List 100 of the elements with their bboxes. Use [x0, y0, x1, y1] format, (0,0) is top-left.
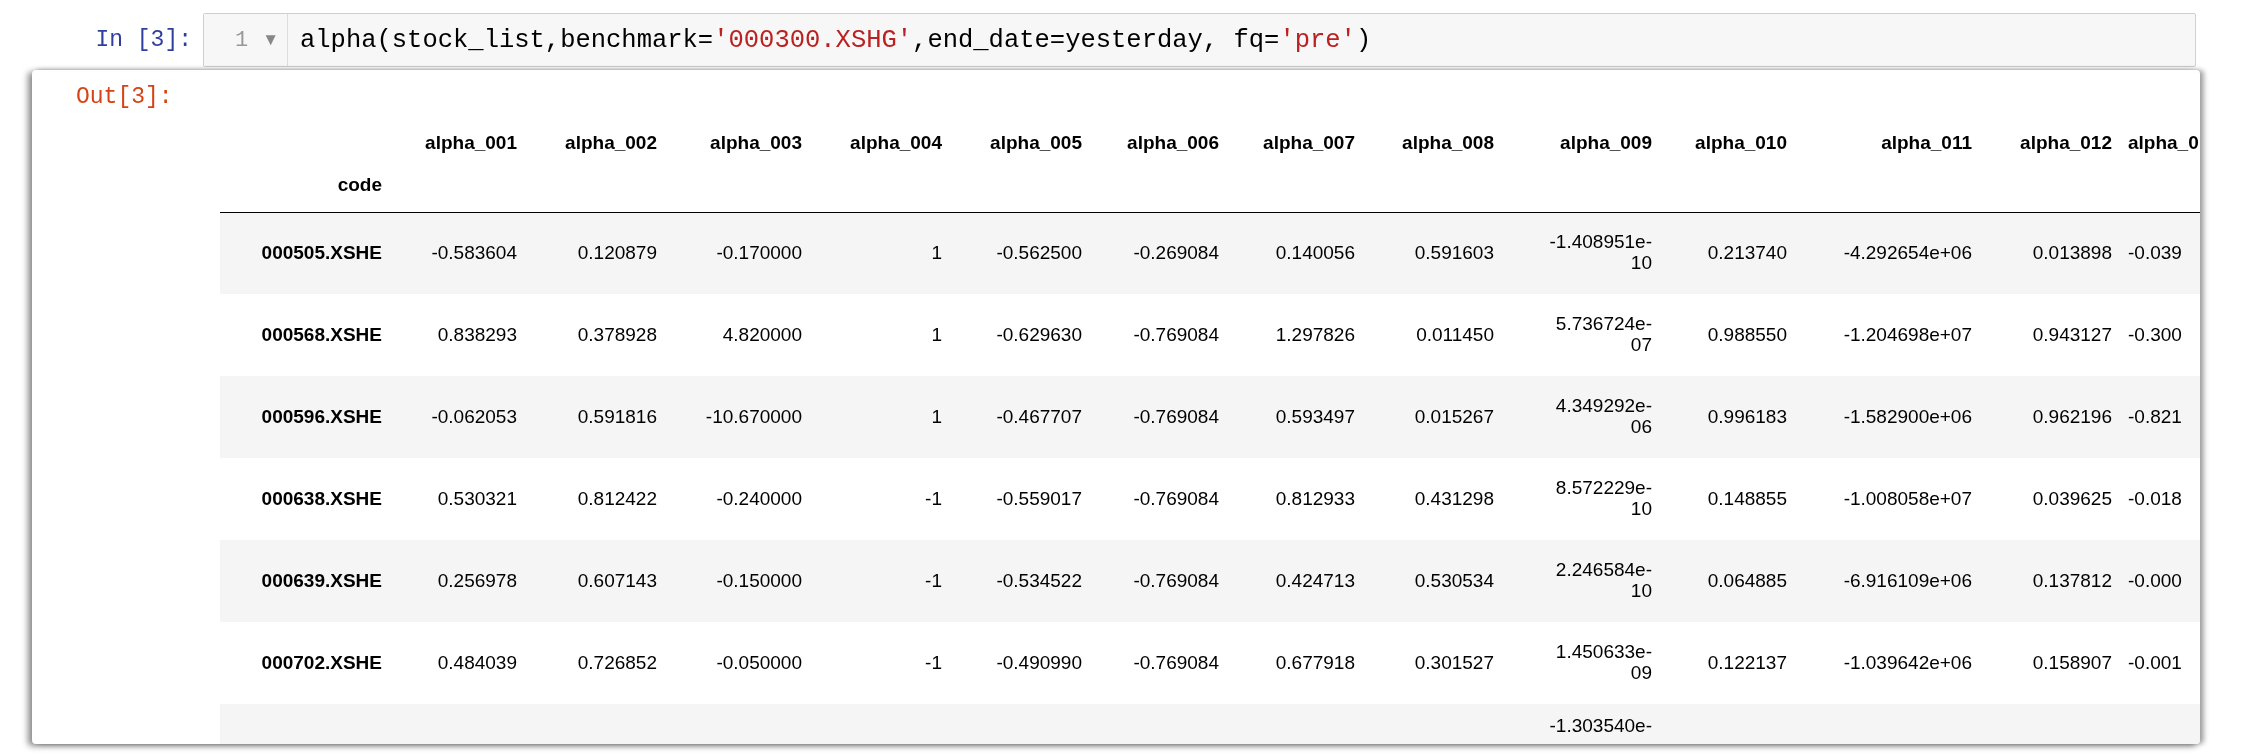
row-index: 000639.XSHE: [261, 570, 382, 591]
table-cell: 0.677918: [1275, 652, 1355, 673]
table-cell: 0.137812: [2032, 570, 2112, 591]
table-cell-text: 5.736724e-07: [1554, 314, 1652, 356]
column-header: alpha_009: [1560, 132, 1652, 153]
table-cell-text: 4.349292e-06: [1554, 396, 1652, 438]
table-cell: -1.303540e-: [1548, 716, 1652, 737]
table-cell: -0.629630: [996, 324, 1082, 345]
table-cell: 0.039625: [2032, 488, 2112, 509]
table-cell: 0.015267: [1414, 406, 1494, 427]
table-cell-text: 2.246584e-10: [1554, 560, 1652, 602]
column-header: alpha_003: [710, 132, 802, 153]
table-cell: -1: [925, 652, 942, 673]
table-cell: -0.583604: [431, 242, 517, 264]
table-cell: -4.292654e+06: [1843, 242, 1972, 264]
table-cell: 0.812933: [1275, 488, 1355, 509]
output-prompt: Out[3]:: [75, 83, 174, 112]
column-header: alpha_012: [2020, 132, 2112, 153]
table-cell: -0.562500: [996, 242, 1082, 264]
row-index: 000596.XSHE: [261, 406, 382, 427]
table-cell: -0.769084: [1133, 324, 1219, 345]
table-cell-text: 8.572229e-10: [1554, 478, 1652, 520]
table-cell: -1.204698e+07: [1843, 324, 1972, 345]
input-prompt: In [3]:: [94, 27, 193, 53]
table-cell: 0.378928: [577, 324, 657, 345]
table-cell: -0.039: [2128, 242, 2182, 264]
table-cell: 0.607143: [577, 570, 657, 591]
table-cell: -1.582900e+06: [1843, 406, 1972, 427]
table-cell: 0.431298: [1414, 488, 1494, 509]
code-cell[interactable]: 1 ▼ alpha(stock_list,benchmark='000300.XSHG',end_date=yesterday, fq='pre'): [203, 13, 2196, 67]
table-cell: -0.170000: [716, 242, 802, 264]
table-cell: 1: [931, 242, 942, 264]
table-cell: 0.424713: [1275, 570, 1355, 591]
table-cell: -0.018: [2128, 488, 2182, 509]
table-cell: 0.593497: [1275, 406, 1355, 427]
table-cell: -0.050000: [716, 652, 802, 673]
table-cell: 0.158907: [2032, 652, 2112, 673]
line-number: 1: [234, 27, 249, 53]
table-cell: 0.013898: [2032, 242, 2112, 264]
table-cell: 0.011450: [1416, 324, 1494, 345]
table-cell: -1.039642e+06: [1843, 652, 1972, 673]
table-cell: 0.726852: [577, 652, 657, 673]
table-cell: 0.591603: [1414, 242, 1494, 264]
table-cell: -10.670000: [705, 406, 802, 427]
table-cell-text: 1.450633e-09: [1554, 642, 1652, 684]
table-cell: 0.122137: [1707, 652, 1787, 673]
table-cell: 0.591816: [577, 406, 657, 427]
column-header: alpha_006: [1127, 132, 1219, 153]
column-header: alpha_005: [990, 132, 1082, 153]
row-index: 000702.XSHE: [261, 652, 382, 673]
table-cell: 0.812422: [577, 488, 657, 509]
table-cell: -0.240000: [716, 488, 802, 509]
table-cell: -0.821: [2128, 406, 2182, 427]
table-cell: -0.062053: [431, 406, 517, 427]
table-cell: -6.916109e+06: [1843, 570, 1972, 591]
row-index: 000505.XSHE: [261, 242, 382, 264]
table-cell: -0.300: [2128, 324, 2182, 345]
table-cell: 0.148855: [1707, 488, 1787, 509]
table-cell: 0.064885: [1707, 570, 1787, 591]
row-index: 000638.XSHE: [261, 488, 382, 509]
table-cell: -1.008058e+07: [1843, 488, 1972, 509]
row-index: 000568.XSHE: [261, 324, 382, 345]
column-header: alpha_007: [1263, 132, 1355, 153]
table-cell: 0.301527: [1414, 652, 1494, 673]
table-cell: -1: [925, 488, 942, 509]
table-cell: -1: [925, 570, 942, 591]
table-cell: -0.769084: [1133, 570, 1219, 591]
column-header: alpha_0: [2128, 132, 2199, 153]
table-cell: 0.120879: [577, 242, 657, 264]
table-cell: -0.269084: [1133, 242, 1219, 264]
table-cell: 0.140056: [1275, 242, 1355, 264]
table-cell: 1: [931, 406, 942, 427]
column-header: alpha_008: [1402, 132, 1494, 153]
table-cell: 0.962196: [2032, 406, 2112, 427]
code-line: alpha(stock_list,benchmark='000300.XSHG',end_date=yesterday, fq='pre'): [299, 25, 1372, 55]
table-cell: -0.490990: [996, 652, 1082, 673]
table-cell: 0.530321: [437, 488, 517, 509]
column-header: alpha_001: [425, 132, 517, 153]
table-cell: 1: [931, 324, 942, 345]
table-cell: 0.530534: [1414, 570, 1494, 591]
index-header: code: [337, 173, 382, 195]
table-cell: -0.001: [2128, 652, 2182, 673]
table-cell: 0.256978: [437, 570, 517, 591]
table-cell: -0.467707: [996, 406, 1082, 427]
table-cell: -0.769084: [1133, 488, 1219, 509]
table-cell: -0.769084: [1133, 652, 1219, 673]
table-cell: 0.996183: [1707, 406, 1787, 427]
table-cell: 0.943127: [2032, 324, 2112, 345]
table-cell: 1.297826: [1275, 324, 1355, 345]
table-cell: 0.838293: [437, 324, 517, 345]
table-cell: -0.769084: [1133, 406, 1219, 427]
column-header: alpha_010: [1695, 132, 1787, 153]
table-cell: -0.000: [2128, 570, 2182, 591]
table-cell: -1.408951e-10: [1548, 232, 1652, 275]
column-header: alpha_002: [565, 132, 657, 153]
column-header: alpha_011: [1881, 132, 1972, 153]
table-cell: 4.820000: [722, 324, 802, 345]
table-cell: 0.988550: [1707, 324, 1787, 345]
table-cell: -0.559017: [996, 488, 1082, 509]
table-cell: -0.150000: [716, 570, 802, 591]
